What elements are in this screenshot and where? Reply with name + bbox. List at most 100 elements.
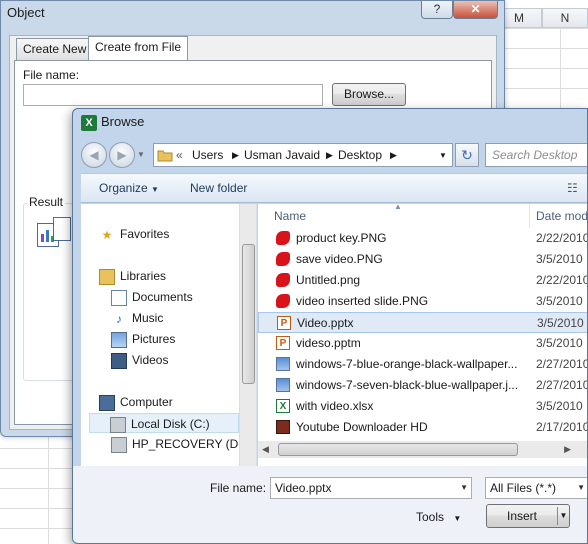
file-row[interactable]: Xwith video.xlsx 3/5/2010 — [258, 396, 587, 417]
insert-label: Insert — [507, 509, 538, 523]
nav-videos-label: Videos — [132, 353, 169, 367]
file-row[interactable]: save video.PNG 3/5/2010 — [258, 249, 587, 270]
close-button[interactable]: ✕ — [453, 1, 498, 19]
documents-icon — [111, 289, 127, 306]
chevron-down-icon[interactable]: ▼ — [577, 483, 585, 492]
star-icon: ★ — [101, 227, 113, 242]
tools-menu[interactable]: Tools ▼ — [416, 510, 461, 524]
breadcrumb-separator-icon[interactable]: ▶ — [232, 150, 239, 161]
powerpoint-file-icon: P — [277, 316, 291, 330]
address-bar[interactable]: « Users ▶ Usman Javaid ▶ Desktop ▶ ▼ — [153, 143, 453, 167]
excel-app-icon: X — [81, 115, 97, 131]
address-dropdown-icon[interactable]: ▼ — [439, 151, 447, 160]
nav-favorites[interactable]: ★ Favorites — [99, 224, 170, 244]
breadcrumb-separator-icon[interactable]: ▶ — [390, 150, 397, 161]
nav-local-disk-label: Local Disk (C:) — [131, 417, 210, 431]
file-name: Untitled.png — [296, 273, 361, 287]
file-name-value: Video.pptx — [275, 481, 332, 495]
file-name: save video.PNG — [296, 252, 383, 266]
nav-pictures-label: Pictures — [132, 332, 176, 346]
nav-videos[interactable]: Videos — [111, 350, 168, 370]
nav-pane-scroll-thumb[interactable] — [242, 244, 255, 384]
help-button[interactable]: ? — [421, 1, 453, 19]
chevron-down-icon: ▼ — [453, 514, 462, 523]
object-file-name-input[interactable] — [23, 84, 323, 106]
forward-button[interactable]: ▶ — [109, 142, 135, 168]
image-file-icon — [276, 294, 290, 308]
nav-local-disk[interactable]: Local Disk (C:) — [89, 413, 239, 433]
pictures-icon — [111, 331, 127, 348]
file-name: windows-7-seven-black-blue-wallpaper.j..… — [296, 378, 519, 392]
tab-create-from-file[interactable]: Create from File — [88, 36, 189, 61]
breadcrumb-desktop[interactable]: Desktop — [338, 148, 382, 162]
nav-documents[interactable]: Documents — [111, 287, 193, 307]
file-row[interactable]: windows-7-seven-black-blue-wallpaper.j..… — [258, 375, 588, 396]
breadcrumb-separator-icon[interactable]: ▶ — [326, 150, 333, 161]
insert-button[interactable]: Insert ▼ — [486, 504, 570, 528]
nav-favorites-label: Favorites — [120, 227, 170, 241]
videos-icon — [111, 352, 127, 369]
file-name: Video.pptx — [297, 316, 354, 330]
date-column-header[interactable]: Date mod — [532, 204, 587, 228]
file-date: 2/27/2010 — [536, 357, 588, 371]
breadcrumb-overflow-icon[interactable]: « — [176, 148, 183, 162]
file-row[interactable]: P Video.pptx 3/5/2010 — [258, 312, 587, 333]
computer-icon — [99, 394, 115, 411]
dialog-footer: File name: Video.pptx ▼ All Files (*.*) … — [73, 466, 587, 543]
search-input[interactable]: Search Desktop — [485, 143, 587, 167]
file-name-input[interactable]: Video.pptx ▼ — [270, 477, 472, 499]
drive-icon — [111, 436, 127, 453]
file-type-select[interactable]: All Files (*.*) ▼ — [485, 477, 587, 499]
file-date: 2/22/2010 — [536, 231, 588, 245]
nav-hp-recovery[interactable]: HP_RECOVERY (D:) — [111, 434, 246, 454]
insert-dropdown-icon[interactable]: ▼ — [557, 507, 569, 525]
file-type-value: All Files (*.*) — [490, 481, 557, 495]
tab-create-new[interactable]: Create New — [16, 38, 94, 60]
chevron-down-icon[interactable]: ▼ — [460, 483, 468, 492]
back-button[interactable]: ◀ — [81, 142, 107, 168]
folder-icon — [157, 147, 173, 166]
music-icon: ♪ — [116, 311, 122, 326]
refresh-icon[interactable]: ↻ — [455, 143, 479, 167]
nav-libraries-label: Libraries — [120, 269, 167, 283]
file-name: product key.PNG — [296, 231, 387, 245]
file-row[interactable]: Untitled.png 2/22/2010 — [258, 270, 587, 291]
file-list-scrollbar[interactable]: ◀ ▶ — [258, 441, 587, 458]
nav-pictures[interactable]: Pictures — [111, 329, 175, 349]
column-header-n[interactable]: N — [542, 8, 588, 28]
file-row[interactable]: Youtube Downloader HD 2/17/2010 — [258, 417, 587, 438]
file-row[interactable]: Pvideso.pptm 3/5/2010 — [258, 333, 587, 354]
file-name: windows-7-blue-orange-black-wallpaper... — [296, 357, 518, 371]
drive-icon — [110, 416, 126, 433]
browse-button[interactable]: Browse... — [332, 83, 406, 106]
chevron-down-icon: ▼ — [151, 185, 159, 194]
nav-pane-scrollbar[interactable] — [239, 204, 256, 466]
nav-music[interactable]: ♪ Music — [111, 308, 163, 328]
file-name-label: File name: — [23, 68, 80, 82]
scroll-left-icon[interactable]: ◀ — [262, 444, 269, 455]
file-list-scroll-thumb[interactable] — [278, 443, 518, 456]
breadcrumb-users[interactable]: Users — [192, 148, 223, 162]
recent-pages-dropdown-icon[interactable]: ▼ — [137, 150, 145, 159]
file-date: 3/5/2010 — [536, 294, 583, 308]
organize-menu[interactable]: Organize ▼ — [99, 181, 159, 195]
file-name-label: File name: — [210, 481, 267, 495]
breadcrumb-usman-javaid[interactable]: Usman Javaid — [244, 148, 320, 162]
scroll-right-icon[interactable]: ▶ — [564, 444, 571, 455]
nav-computer[interactable]: Computer — [99, 392, 173, 412]
view-options-icon[interactable]: ☷ — [567, 181, 578, 195]
nav-libraries[interactable]: Libraries — [99, 266, 166, 286]
nav-computer-label: Computer — [120, 395, 173, 409]
file-date: 3/5/2010 — [536, 252, 583, 266]
picture-file-icon — [276, 378, 290, 392]
file-row[interactable]: windows-7-blue-orange-black-wallpaper...… — [258, 354, 588, 375]
file-list-pane: Name ▲ Date mod product key.PNG 2/22/2010… — [258, 202, 588, 466]
new-folder-button[interactable]: New folder — [190, 181, 247, 195]
file-date: 2/27/2010 — [536, 378, 588, 392]
result-label: Result — [27, 195, 66, 209]
file-row[interactable]: product key.PNG 2/22/2010 — [258, 228, 588, 249]
sort-ascending-icon: ▲ — [394, 202, 402, 211]
image-file-icon — [276, 252, 290, 266]
file-row[interactable]: video inserted slide.PNG 3/5/2010 — [258, 291, 587, 312]
nav-music-label: Music — [132, 311, 164, 325]
